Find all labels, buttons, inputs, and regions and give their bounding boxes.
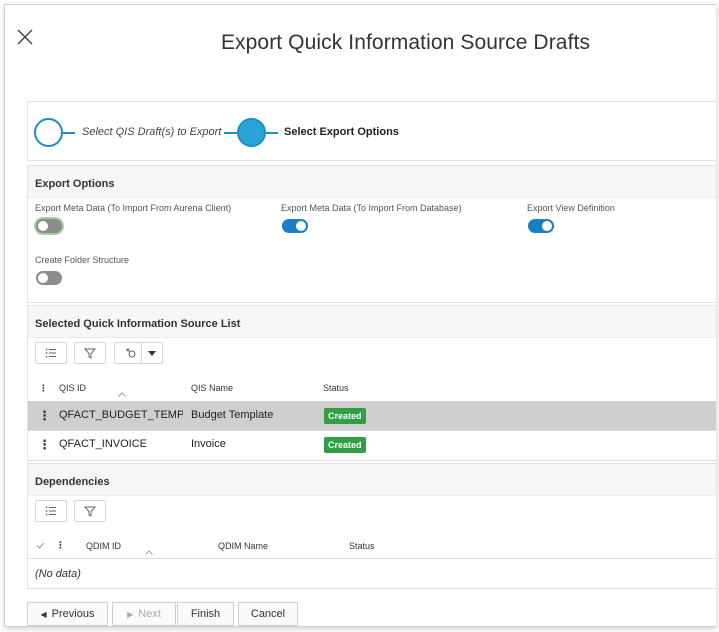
section-title: Selected Quick Information Source List: [35, 318, 241, 330]
row-menu-icon[interactable]: ⋮: [38, 408, 51, 424]
wizard-stepper: Select QIS Draft(s) to Export Select Exp…: [27, 101, 716, 161]
section-title: Dependencies: [35, 476, 110, 488]
step2-indicator-active[interactable]: [237, 118, 266, 147]
next-button-label: Next: [138, 608, 161, 620]
status-badge: Created: [324, 437, 366, 453]
empty-state-text: (No data): [35, 568, 81, 580]
section-header: Dependencies: [28, 464, 716, 496]
row-divider: [28, 558, 716, 559]
column-header-qdim-name[interactable]: QDIM Name: [218, 541, 268, 551]
row-menu-header-icon[interactable]: ⋮: [39, 383, 48, 394]
row-divider: [28, 460, 716, 461]
section-header: Export Options: [28, 166, 716, 198]
row-divider: [28, 588, 716, 589]
toggle-knob: [38, 221, 48, 231]
column-header-status[interactable]: Status: [349, 541, 375, 551]
toggle-export-meta-database[interactable]: [282, 219, 308, 233]
split-divider: [141, 343, 142, 363]
previous-button[interactable]: ◀ Previous: [27, 602, 108, 626]
column-header-qis-id[interactable]: QIS ID: [59, 383, 86, 393]
step-connector: [63, 132, 75, 134]
toggle-knob: [38, 273, 48, 283]
column-chooser-button[interactable]: [35, 342, 67, 364]
step-connector: [266, 132, 278, 134]
export-options-section: Export Options Export Meta Data (To Impo…: [27, 165, 716, 303]
sort-ascending-icon[interactable]: [145, 550, 153, 555]
filter-icon: [84, 348, 96, 359]
cell-qis-id: QFACT_INVOICE: [59, 438, 148, 450]
toggle-export-view-definition[interactable]: [528, 219, 554, 233]
dialog-title: Export Quick Information Source Drafts: [220, 31, 591, 54]
step1-indicator[interactable]: [34, 118, 63, 147]
column-header-status[interactable]: Status: [323, 383, 349, 393]
table-row[interactable]: ⋮ QFACT_INVOICE Invoice Created: [28, 430, 716, 460]
finish-button[interactable]: Finish: [177, 602, 234, 626]
toggle-export-meta-aurena[interactable]: [36, 219, 62, 233]
dependencies-section: Dependencies ⋮ QDIM ID QDIM Name Status …: [27, 463, 716, 589]
cell-qis-name: Invoice: [191, 438, 226, 450]
option-label-aurena: Export Meta Data (To Import From Aurena …: [35, 203, 232, 213]
previous-button-label: Previous: [51, 608, 95, 620]
list-icon: [45, 506, 56, 516]
next-button[interactable]: ▶ Next: [112, 602, 176, 626]
toggle-knob: [542, 221, 552, 231]
column-header-qis-name[interactable]: QIS Name: [191, 383, 233, 393]
option-label-folder-structure: Create Folder Structure: [35, 255, 130, 265]
cell-qis-name: Budget Template: [191, 409, 274, 421]
section-title: Export Options: [35, 178, 115, 190]
settings-icon: [126, 348, 136, 358]
status-badge: Created: [324, 408, 366, 424]
caret-down-icon[interactable]: [148, 351, 156, 356]
column-header-qdim-id[interactable]: QDIM ID: [86, 541, 121, 551]
table-row[interactable]: ⋮ QFACT_BUDGET_TEMP... Budget Template C…: [28, 401, 716, 431]
caret-right-icon: ▶: [127, 609, 134, 619]
filter-icon: [84, 506, 96, 517]
qis-list-section: Selected Quick Information Source List ⋮…: [27, 305, 716, 461]
cell-qis-id: QFACT_BUDGET_TEMP...: [59, 409, 183, 421]
sort-ascending-icon[interactable]: [118, 392, 126, 397]
option-label-view-definition: Export View Definition: [527, 203, 615, 213]
export-dialog: Export Quick Information Source Drafts S…: [4, 4, 716, 627]
list-icon: [45, 348, 56, 358]
option-label-database: Export Meta Data (To Import From Databas…: [281, 203, 462, 213]
filter-button[interactable]: [74, 500, 106, 522]
caret-left-icon: ◀: [40, 609, 47, 619]
step1-label[interactable]: Select QIS Draft(s) to Export: [82, 126, 221, 138]
toggle-knob: [296, 221, 306, 231]
step-connector: [224, 132, 237, 134]
step2-label[interactable]: Select Export Options: [284, 126, 399, 138]
row-menu-header-icon[interactable]: ⋮: [56, 540, 65, 551]
export-settings-split-button[interactable]: [114, 342, 163, 364]
filter-button[interactable]: [74, 342, 106, 364]
cancel-button[interactable]: Cancel: [238, 602, 298, 626]
column-chooser-button[interactable]: [35, 500, 67, 522]
row-menu-icon[interactable]: ⋮: [38, 437, 51, 453]
checkmark-icon[interactable]: [36, 542, 45, 549]
toggle-create-folder-structure[interactable]: [36, 271, 62, 285]
section-header: Selected Quick Information Source List: [28, 306, 716, 338]
